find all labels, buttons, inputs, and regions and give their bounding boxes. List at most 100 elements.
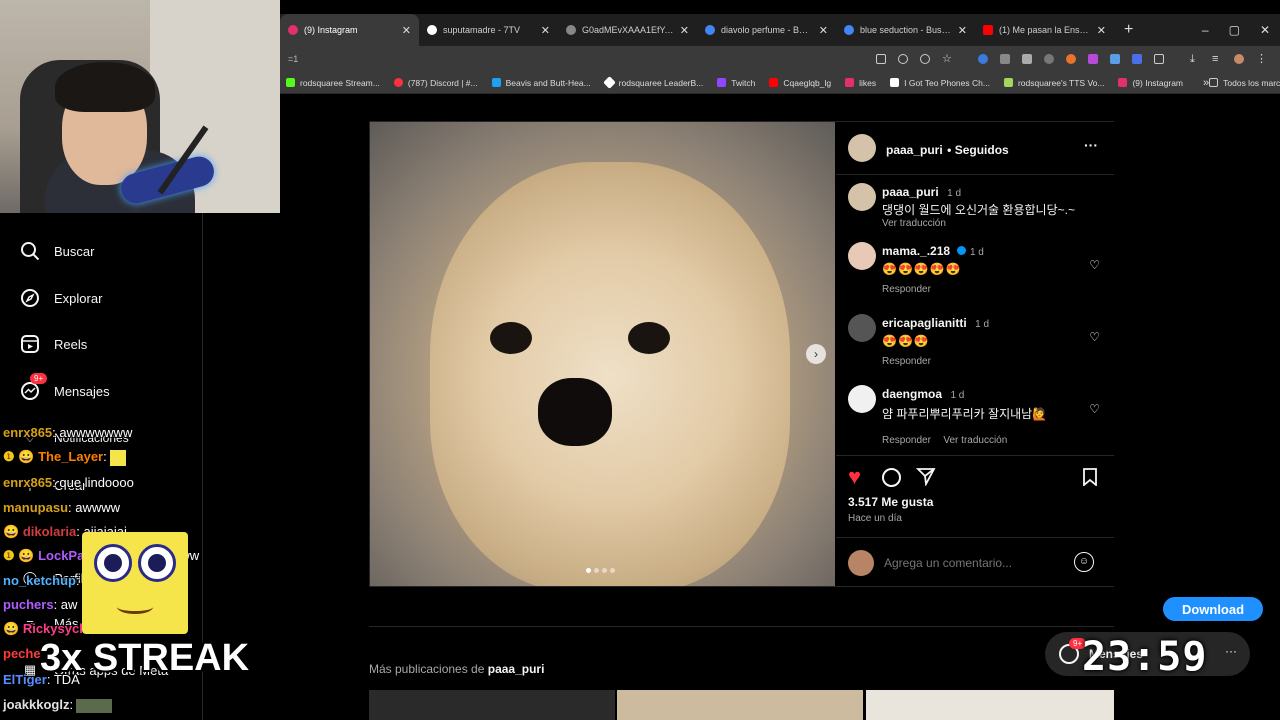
avatar[interactable]	[848, 314, 876, 342]
bookmark-item[interactable]: (9) Instagram	[1118, 78, 1183, 88]
comment-text: 😍😍😍😍😍	[882, 262, 962, 276]
comment-username[interactable]: ericapaglianitti	[882, 316, 967, 330]
bookmarks-bar: rodsquaree Stream... (787) Discord | #..…	[280, 72, 1280, 94]
eye-off-icon[interactable]	[920, 54, 930, 64]
bookmark-item[interactable]: (787) Discord | #...	[393, 78, 478, 88]
comment-text: 얌 파푸리뿌리푸리카 잘지내남🙋	[882, 407, 1048, 421]
chat-message: ❶ 😀 The_Layer:	[3, 449, 126, 466]
kebab-menu-icon[interactable]: ⋮	[1256, 54, 1267, 65]
bookmark-item[interactable]: rodsquaree LeaderB...	[602, 76, 703, 89]
emote-mouth	[117, 600, 153, 614]
share-icon[interactable]	[915, 466, 936, 491]
carousel-dot-active	[586, 568, 591, 573]
webcam-person-hair	[55, 62, 155, 112]
discord-icon	[393, 78, 403, 87]
extension-icon[interactable]	[1000, 54, 1010, 64]
reels-icon	[20, 334, 40, 354]
comment-username[interactable]: daengmoa	[882, 387, 942, 401]
like-heart-icon[interactable]: ♥	[848, 466, 861, 488]
avatar[interactable]	[848, 134, 876, 162]
post-media[interactable]: ›	[370, 122, 835, 586]
carousel-dot	[602, 568, 607, 573]
more-options-icon[interactable]: ···	[1084, 137, 1098, 153]
comment-username[interactable]: mama._.218	[882, 244, 950, 258]
translate-link[interactable]: Ver traducción	[882, 218, 1102, 229]
close-tab-icon[interactable]: ✕	[680, 24, 689, 37]
zoom-icon[interactable]	[898, 54, 908, 64]
camera-icon[interactable]	[1022, 54, 1032, 64]
post-header-user: paaa_puri • Seguidos	[886, 141, 1009, 159]
follow-status: • Seguidos	[947, 143, 1009, 157]
close-tab-icon[interactable]: ✕	[819, 24, 828, 37]
likes-count[interactable]: 3.517 Me gusta	[848, 495, 933, 509]
maximize-button[interactable]: ▢	[1229, 23, 1240, 37]
sidebar-item-explorar[interactable]: Explorar	[20, 288, 102, 308]
close-tab-icon[interactable]: ✕	[541, 24, 550, 37]
bookmark-item[interactable]: I Got Teo Phones Ch...	[890, 78, 990, 88]
browser-tab[interactable]: blue seduction - Buscar c ✕	[836, 14, 975, 46]
browser-tab[interactable]: suputamadre - 7TV ✕	[419, 14, 558, 46]
profile-avatar-icon[interactable]	[1234, 54, 1244, 64]
extension-icon[interactable]	[1066, 54, 1076, 64]
extension-icon[interactable]	[1110, 54, 1120, 64]
translate-link[interactable]: Ver traducción	[943, 435, 1007, 446]
close-window-button[interactable]: ✕	[1260, 23, 1270, 37]
avatar[interactable]	[848, 183, 876, 211]
browser-tab[interactable]: diavolo perfume - Buscar ✕	[697, 14, 836, 46]
sidebar-item-mensajes[interactable]: Mensajes 9+	[20, 373, 110, 401]
comment-input[interactable]	[884, 554, 1074, 572]
emoji-picker-icon[interactable]: ☺	[1074, 552, 1094, 572]
browser-tab[interactable]: G0adMEvXAAA1EfY.jpg ( ✕	[558, 14, 697, 46]
google-favicon	[705, 25, 715, 35]
7tv-favicon	[427, 25, 437, 35]
like-comment-heart-icon[interactable]: ♡	[1089, 402, 1100, 416]
close-tab-icon[interactable]: ✕	[1097, 24, 1106, 37]
avatar[interactable]	[848, 385, 876, 413]
reply-link[interactable]: Responder	[882, 284, 1082, 295]
sidebar-item-buscar[interactable]: Buscar	[20, 241, 94, 261]
save-bookmark-icon[interactable]	[1082, 468, 1098, 491]
playlist-icon[interactable]: ≡	[1212, 54, 1222, 65]
url-field[interactable]: =1	[288, 54, 870, 64]
more-post-thumbnail[interactable]	[617, 690, 863, 720]
like-comment-heart-icon[interactable]: ♡	[1089, 258, 1100, 272]
instagram-icon	[1118, 78, 1128, 87]
extension-icon[interactable]	[978, 54, 988, 64]
puzzle-icon[interactable]	[1154, 54, 1164, 64]
divider	[836, 174, 1114, 175]
bookmark-item[interactable]: rodsquaree's TTS Vo...	[1003, 78, 1104, 88]
bookmark-item[interactable]: Beavis and Butt-Hea...	[491, 78, 591, 88]
download-icon[interactable]: ⤓	[1190, 54, 1200, 65]
star-icon[interactable]: ☆	[942, 54, 952, 65]
close-tab-icon[interactable]: ✕	[958, 24, 967, 37]
install-icon[interactable]	[876, 54, 886, 64]
more-post-thumbnail[interactable]	[866, 690, 1114, 720]
bookmark-item[interactable]: Twitch	[717, 78, 755, 88]
browser-tab[interactable]: (1) Me pasan la Ensalada ✕	[975, 14, 1114, 46]
sidebar-item-reels[interactable]: Reels	[20, 334, 87, 354]
comment-icon[interactable]	[882, 468, 901, 487]
new-tab-button[interactable]: +	[1124, 21, 1133, 39]
extension-icon[interactable]	[1088, 54, 1098, 64]
download-button[interactable]: Download	[1163, 597, 1263, 621]
close-tab-icon[interactable]: ✕	[402, 24, 411, 37]
like-comment-heart-icon[interactable]: ♡	[1089, 330, 1100, 344]
bookmark-item[interactable]: Cqaeglqb_lg	[769, 78, 831, 88]
author-username[interactable]: paaa_puri	[886, 143, 943, 157]
carousel-next-button[interactable]: ›	[806, 344, 826, 364]
more-posts-username[interactable]: paaa_puri	[488, 662, 545, 676]
reply-link[interactable]: Responder	[882, 356, 1082, 367]
extension-icon[interactable]	[1044, 54, 1054, 64]
bookmark-item[interactable]: rodsquaree Stream...	[286, 78, 380, 88]
extension-icon[interactable]	[1132, 54, 1142, 64]
bookmark-icon	[1003, 78, 1013, 87]
all-bookmarks-button[interactable]: Todos los marcadores	[1209, 78, 1280, 88]
more-post-thumbnail[interactable]	[369, 690, 615, 720]
avatar[interactable]	[848, 242, 876, 270]
browser-tab[interactable]: (9) Instagram ✕	[280, 14, 419, 46]
bookmark-item[interactable]: likes	[845, 78, 876, 88]
more-icon[interactable]: ···	[1225, 644, 1237, 658]
reply-link[interactable]: Responder	[882, 435, 931, 446]
caption-username[interactable]: paaa_puri	[882, 185, 939, 199]
minimize-button[interactable]: –	[1202, 23, 1209, 37]
